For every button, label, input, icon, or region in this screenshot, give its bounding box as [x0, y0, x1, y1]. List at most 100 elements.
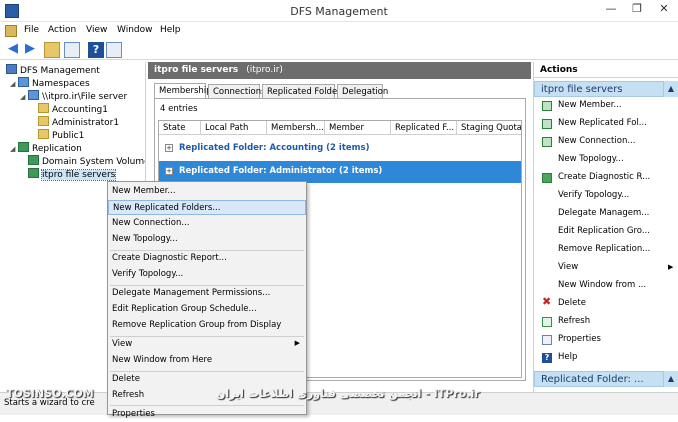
title-bar: DFS Management — ❐ ✕ — [0, 0, 678, 22]
dfs-root-icon — [6, 64, 17, 74]
collapse-icon[interactable]: ◢ — [10, 143, 18, 156]
column-staging-quota[interactable]: Staging Quota — [457, 121, 521, 135]
delete-icon: ✖ — [542, 295, 552, 308]
column-membership[interactable]: Membersh... — [267, 121, 325, 135]
tree-item-namespaces[interactable]: ◢ Namespaces — [10, 77, 90, 90]
tree-item-replication-group[interactable]: Domain System Volume — [28, 155, 145, 168]
expand-icon[interactable]: + — [165, 167, 173, 175]
ctx-delegate-management[interactable]: Delegate Management Permissions... — [108, 286, 306, 301]
collapse-icon[interactable]: ◢ — [10, 78, 18, 91]
collapse-icon[interactable]: ◢ — [20, 91, 28, 104]
tree-item-namespace-path[interactable]: ◢ \\itpro.ir\File server — [20, 90, 127, 103]
expand-icon[interactable]: + — [165, 144, 173, 152]
ctx-edit-schedule[interactable]: Edit Replication Group Schedule... — [108, 302, 306, 317]
console-menu-icon[interactable] — [5, 25, 17, 37]
actions-title: Actions — [534, 62, 678, 78]
new-connection-icon — [542, 137, 552, 147]
ctx-remove-replication-group[interactable]: Remove Replication Group from Display — [108, 318, 306, 333]
tree-item-folder[interactable]: Accounting1 — [38, 103, 108, 116]
tab-connections[interactable]: Connections — [208, 84, 266, 99]
collapse-section-icon[interactable]: ▲ — [664, 81, 678, 97]
action-edit-replication-group[interactable]: Edit Replication Gro... — [558, 225, 650, 238]
close-button[interactable]: ✕ — [650, 0, 678, 20]
column-state[interactable]: State — [159, 121, 201, 135]
help-icon: ? — [542, 353, 552, 363]
help-icon[interactable]: ? — [88, 42, 104, 58]
ctx-new-member[interactable]: New Member... — [108, 184, 306, 199]
group-row-administrator[interactable]: + Replicated Folder: Administrator (2 ite… — [159, 161, 521, 183]
diagnostic-report-icon — [542, 173, 552, 183]
folder-icon — [38, 116, 49, 126]
tree-item-root[interactable]: DFS Management — [6, 64, 100, 77]
ctx-delete[interactable]: Delete — [108, 372, 306, 387]
action-create-diagnostic-report[interactable]: Create Diagnostic R... — [558, 171, 650, 184]
action-refresh[interactable]: Refresh — [558, 315, 590, 328]
tab-replicated-folders[interactable]: Replicated Folders — [262, 84, 345, 99]
ctx-view[interactable]: View ▶ — [108, 337, 306, 352]
ctx-new-topology[interactable]: New Topology... — [108, 232, 306, 247]
collapse-section-icon[interactable]: ▲ — [664, 371, 678, 387]
minimize-button[interactable]: — — [598, 0, 624, 20]
properties-icon — [542, 335, 552, 345]
action-new-topology[interactable]: New Topology... — [558, 153, 624, 166]
actions-section-replicated-folder[interactable]: Replicated Folder: ... — [534, 371, 664, 387]
menu-action[interactable]: Action — [48, 25, 76, 35]
context-menu: New Member... New Replicated Folders... … — [107, 181, 307, 419]
folder-icon — [38, 129, 49, 139]
submenu-arrow-icon: ▶ — [668, 263, 674, 271]
ctx-new-connection[interactable]: New Connection... — [108, 216, 306, 231]
watermark-right: انجمن تخصصی فناوری اطلاعات ایران - ITPro… — [216, 387, 480, 400]
column-replicated-folder[interactable]: Replicated F... — [391, 121, 457, 135]
show-hide-tree-icon[interactable] — [64, 42, 80, 58]
action-new-connection[interactable]: New Connection... — [558, 135, 635, 148]
ctx-new-window[interactable]: New Window from Here — [108, 353, 306, 368]
forward-arrow-icon[interactable]: ▶ — [22, 42, 38, 58]
tree-item-folder[interactable]: Public1 — [38, 129, 84, 142]
tree-item-replication-group-selected[interactable]: itpro file servers — [28, 168, 117, 181]
entries-count: 4 entries — [160, 104, 198, 114]
new-member-icon — [542, 101, 552, 111]
toolbar: ◀ ▶ ? — [0, 40, 678, 60]
action-new-window[interactable]: New Window from ... — [558, 279, 646, 292]
tab-delegation[interactable]: Delegation — [337, 84, 388, 99]
up-folder-icon[interactable] — [44, 42, 60, 58]
actions-section-group[interactable]: itpro file servers — [534, 81, 664, 97]
action-remove-replication[interactable]: Remove Replication... — [558, 243, 650, 256]
back-arrow-icon[interactable]: ◀ — [5, 42, 21, 58]
action-delete[interactable]: Delete — [558, 297, 586, 310]
domain-label: (itpro.ir) — [246, 65, 283, 75]
group-title: itpro file servers — [154, 65, 239, 75]
menu-file[interactable]: File — [24, 25, 39, 35]
details-header: itpro file servers (itpro.ir) — [148, 62, 531, 79]
action-pane-icon[interactable] — [106, 42, 122, 58]
watermark-left: TOSINSO.COM — [6, 387, 94, 400]
replication-icon — [18, 142, 29, 152]
tree-item-folder[interactable]: Administrator1 — [38, 116, 119, 129]
action-new-replicated-folder[interactable]: New Replicated Fol... — [558, 117, 647, 130]
column-member[interactable]: Member — [325, 121, 391, 135]
action-view[interactable]: View — [558, 261, 578, 274]
namespace-icon — [28, 90, 39, 100]
menu-view[interactable]: View — [86, 25, 107, 35]
action-verify-topology[interactable]: Verify Topology... — [558, 189, 629, 202]
action-new-member[interactable]: New Member... — [558, 99, 622, 112]
ctx-new-replicated-folders[interactable]: New Replicated Folders... — [108, 200, 306, 215]
menu-help[interactable]: Help — [160, 25, 181, 35]
ctx-verify-topology[interactable]: Verify Topology... — [108, 267, 306, 282]
folder-icon — [38, 103, 49, 113]
actions-pane: Actions itpro file servers ▲ New Member.… — [533, 62, 678, 392]
replication-group-icon — [28, 168, 39, 178]
action-delegate-management[interactable]: Delegate Managem... — [558, 207, 649, 220]
column-local-path[interactable]: Local Path — [201, 121, 267, 135]
action-help[interactable]: Help — [558, 351, 577, 364]
tree-item-replication[interactable]: ◢ Replication — [10, 142, 82, 155]
submenu-arrow-icon: ▶ — [294, 339, 300, 347]
ctx-create-diagnostic-report[interactable]: Create Diagnostic Report... — [108, 251, 306, 266]
group-row-accounting[interactable]: + Replicated Folder: Accounting (2 items) — [159, 138, 521, 160]
tab-memberships[interactable]: Memberships — [154, 83, 216, 99]
action-properties[interactable]: Properties — [558, 333, 601, 346]
window-title: DFS Management — [290, 5, 388, 18]
menu-window[interactable]: Window — [117, 25, 153, 35]
ctx-view-label: View — [112, 339, 133, 349]
maximize-button[interactable]: ❐ — [624, 0, 650, 20]
